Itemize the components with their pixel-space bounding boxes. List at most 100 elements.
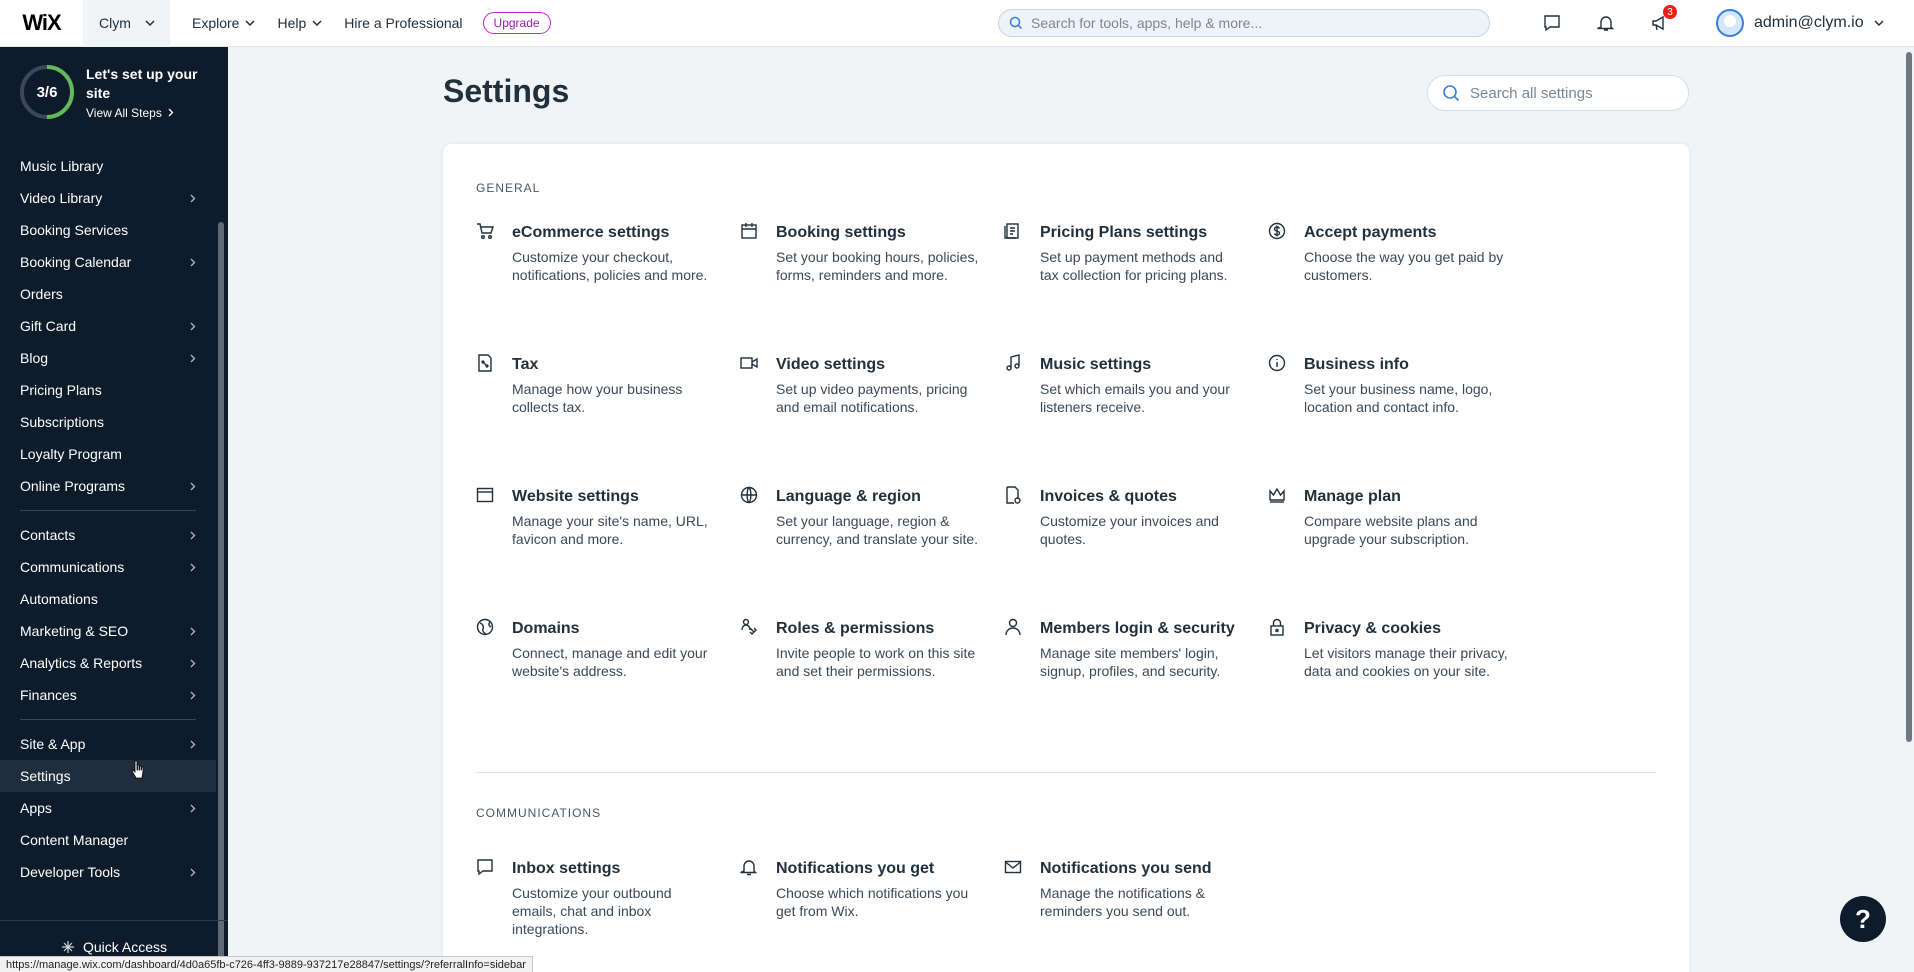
- info-icon: [1268, 354, 1286, 372]
- music-note-icon: [1006, 354, 1020, 371]
- settings-card-domains[interactable]: Domains Connect, manage and edit your web…: [476, 617, 716, 680]
- settings-card-pricing-plans-settings[interactable]: Pricing Plans settings Set up payment met…: [1004, 221, 1244, 284]
- card-description: Let visitors manage their privacy, data …: [1304, 645, 1508, 679]
- nav-explore[interactable]: Explore: [192, 15, 255, 31]
- card-description: Manage site members' login, signup, prof…: [1040, 645, 1221, 679]
- card-title: Accept payments: [1304, 224, 1437, 241]
- card-description: Connect, manage and edit your website's …: [512, 645, 708, 679]
- crown-icon: [1269, 487, 1285, 503]
- progress-ring: 3/6: [18, 63, 76, 121]
- settings-card-ecommerce-settings[interactable]: eCommerce settings Customize your checkou…: [476, 221, 716, 284]
- settings-card-manage-plan[interactable]: Manage plan Compare website plans and upg…: [1268, 485, 1508, 548]
- chevron-right-icon: [190, 354, 196, 362]
- nav-hire-professional[interactable]: Hire a Professional: [344, 15, 462, 31]
- card-text: Domains Connect, manage and edit your web…: [512, 617, 716, 680]
- settings-card-accept-payments[interactable]: Accept payments Choose the way you get pa…: [1268, 221, 1508, 284]
- user-menu[interactable]: admin@clym.io: [1716, 9, 1884, 37]
- sidebar-item-label: Finances: [20, 687, 77, 703]
- sidebar-item-booking-calendar[interactable]: Booking Calendar: [0, 246, 216, 278]
- sidebar-item-marketing-seo[interactable]: Marketing & SEO: [0, 615, 216, 647]
- sidebar-divider: [20, 719, 196, 720]
- card-icon-wrap: [1268, 485, 1294, 548]
- card-text: Language & region Set your language, regi…: [776, 485, 980, 548]
- sparkle-icon: [61, 940, 74, 953]
- settings-card-website-settings[interactable]: Website settings Manage your site's name,…: [476, 485, 716, 548]
- card-text: Members login & security Manage site memb…: [1040, 617, 1244, 680]
- card-description: Set up video payments, pricing and email…: [776, 381, 968, 415]
- settings-card-business-info[interactable]: Business info Set your business name, log…: [1268, 353, 1508, 416]
- chevron-right-icon: [190, 804, 196, 812]
- chevron-down-icon: [145, 19, 155, 26]
- sidebar-item-blog[interactable]: Blog: [0, 342, 216, 374]
- card-icon-wrap: [1004, 857, 1030, 920]
- avatar: [1716, 9, 1744, 37]
- nav-explore-label: Explore: [192, 15, 240, 31]
- upgrade-button[interactable]: Upgrade: [482, 12, 551, 34]
- global-search[interactable]: [998, 9, 1490, 37]
- sidebar-item-label: Communications: [20, 559, 125, 575]
- settings-card-notifications-you-get[interactable]: Notifications you get Choose which notifi…: [740, 857, 980, 920]
- site-switcher[interactable]: Clym: [83, 0, 170, 47]
- settings-card-music-settings[interactable]: Music settings Set which emails you and y…: [1004, 353, 1244, 416]
- settings-card-video-settings[interactable]: Video settings Set up video payments, pri…: [740, 353, 980, 416]
- settings-card-roles-permissions[interactable]: Roles & permissions Invite people to work…: [740, 617, 980, 680]
- sidebar-item-content-manager[interactable]: Content Manager: [0, 824, 216, 856]
- announcements-button[interactable]: 3: [1646, 5, 1677, 38]
- sidebar-item-gift-card[interactable]: Gift Card: [0, 310, 216, 342]
- sidebar-item-label: Site & App: [20, 736, 86, 752]
- globe-icon: [740, 486, 758, 504]
- inbox-button[interactable]: [1538, 8, 1566, 38]
- card-title: Tax: [512, 356, 539, 373]
- sidebar-item-music-library[interactable]: Music Library: [0, 150, 216, 182]
- sidebar-item-contacts[interactable]: Contacts: [0, 519, 216, 551]
- sidebar-item-online-programs[interactable]: Online Programs: [0, 470, 216, 502]
- settings-search[interactable]: [1427, 75, 1689, 111]
- help-button[interactable]: ?: [1840, 896, 1886, 942]
- sidebar-item-pricing-plans[interactable]: Pricing Plans: [0, 374, 216, 406]
- sidebar-item-apps[interactable]: Apps: [0, 792, 216, 824]
- card-icon-wrap: [1268, 353, 1294, 416]
- settings-card-booking-settings[interactable]: Booking settings Set your booking hours, …: [740, 221, 980, 284]
- global-search-input[interactable]: [1031, 15, 1471, 31]
- wix-logo[interactable]: WiX: [0, 0, 83, 47]
- sidebar-item-site-app[interactable]: Site & App: [0, 728, 216, 760]
- settings-card-invoices-quotes[interactable]: Invoices & quotes Customize your invoices…: [1004, 485, 1244, 548]
- main-scrollbar[interactable]: [1906, 52, 1912, 742]
- card-title: Roles & permissions: [776, 620, 935, 637]
- sidebar-scrollbar[interactable]: [218, 222, 224, 967]
- sidebar-item-developer-tools[interactable]: Developer Tools: [0, 856, 216, 888]
- settings-card-privacy-cookies[interactable]: Privacy & cookies Let visitors manage the…: [1268, 617, 1508, 680]
- sidebar-item-analytics-reports[interactable]: Analytics & Reports: [0, 647, 216, 679]
- sidebar-item-finances[interactable]: Finances: [0, 679, 216, 711]
- settings-card-tax[interactable]: Tax Manage how your business collects tax…: [476, 353, 716, 416]
- setup-progress-count: 3/6: [36, 83, 58, 101]
- sidebar-item-video-library[interactable]: Video Library: [0, 182, 216, 214]
- card-title: Pricing Plans settings: [1040, 224, 1208, 241]
- card-title: Inbox settings: [512, 860, 621, 877]
- settings-card-notifications-you-send[interactable]: Notifications you send Manage the notific…: [1004, 857, 1244, 920]
- settings-card-members-login-security[interactable]: Members login & security Manage site memb…: [1004, 617, 1244, 680]
- nav-help[interactable]: Help: [277, 15, 322, 31]
- view-all-steps-link[interactable]: View All Steps: [86, 106, 216, 120]
- notifications-button[interactable]: [1592, 8, 1620, 38]
- bell-icon: [740, 860, 758, 876]
- sidebar-item-orders[interactable]: Orders: [0, 278, 216, 310]
- card-title: Notifications you get: [776, 860, 935, 877]
- settings-search-input[interactable]: [1470, 84, 1670, 102]
- sidebar-item-loyalty-program[interactable]: Loyalty Program: [0, 438, 216, 470]
- card-title: Booking settings: [776, 224, 906, 241]
- sidebar: 3/6 Let's set up your site View All Step…: [0, 47, 228, 972]
- sidebar-item-settings[interactable]: Settings: [0, 760, 216, 792]
- sidebar-item-automations[interactable]: Automations: [0, 583, 216, 615]
- sidebar-item-label: Developer Tools: [20, 864, 121, 880]
- sidebar-item-communications[interactable]: Communications: [0, 551, 216, 583]
- setup-progress[interactable]: 3/6 Let's set up your site View All Step…: [18, 63, 216, 121]
- sidebar-item-booking-services[interactable]: Booking Services: [0, 214, 216, 246]
- sidebar-item-subscriptions[interactable]: Subscriptions: [0, 406, 216, 438]
- sidebar-item-label: Content Manager: [20, 832, 129, 848]
- settings-card-language-region[interactable]: Language & region Set your language, regi…: [740, 485, 980, 548]
- chevron-right-icon: [190, 740, 196, 748]
- settings-card-inbox-settings[interactable]: Inbox settings Customize your outbound em…: [476, 857, 716, 938]
- sidebar-nav: Music Library Video Library Booking Servic…: [0, 150, 216, 888]
- card-text: eCommerce settings Customize your checkou…: [512, 221, 716, 284]
